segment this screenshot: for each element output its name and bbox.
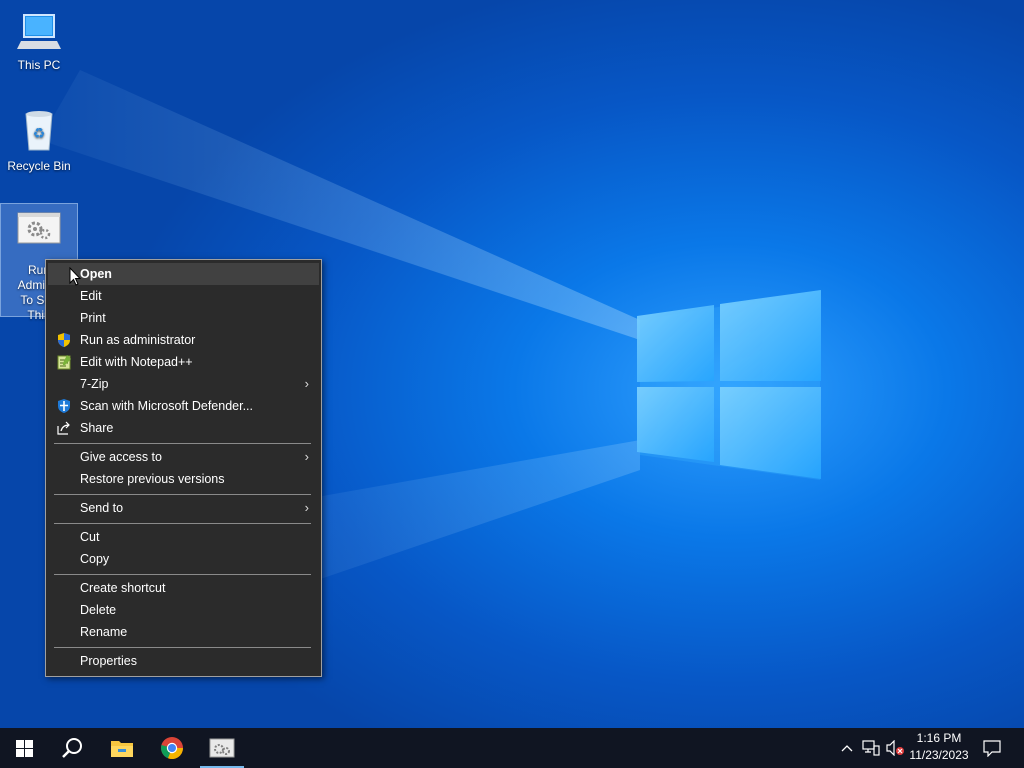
context-menu: Open Edit Print Run as administrator Edi… [45, 259, 322, 677]
windows-logo [637, 290, 821, 479]
recycle-bin-icon: ♻ [25, 111, 53, 151]
chrome-button[interactable] [148, 728, 196, 768]
file-explorer-icon [111, 741, 133, 757]
clock-date: 11/23/2023 [909, 748, 969, 762]
start-icon [15, 739, 33, 757]
menu-item-edit[interactable]: Edit [48, 285, 319, 307]
file-explorer-button[interactable] [98, 728, 146, 768]
menu-item-7zip[interactable]: 7-Zip › [48, 373, 319, 395]
desktop-icon-label: This PC [17, 58, 61, 72]
desktop-icon-recycle-bin[interactable]: ♻ Recycle Bin [1, 106, 77, 174]
search-icon [62, 738, 82, 758]
clock[interactable]: 1:16 PM 11/23/2023 [904, 730, 974, 764]
menu-separator [54, 523, 311, 524]
menu-item-run-as-administrator[interactable]: Run as administrator [48, 329, 319, 351]
network-button[interactable] [860, 728, 882, 768]
desktop-icon-label: Recycle Bin [7, 159, 71, 173]
desktop-icon-this-pc[interactable]: This PC [1, 8, 77, 72]
volume-muted-icon [886, 740, 904, 756]
app-icon [209, 738, 235, 758]
menu-separator [54, 574, 311, 575]
menu-item-properties[interactable]: Properties [48, 650, 319, 672]
menu-item-create-shortcut[interactable]: Create shortcut [48, 577, 319, 599]
menu-item-open[interactable]: Open [48, 263, 319, 285]
menu-item-share[interactable]: Share [48, 417, 319, 439]
menu-separator [54, 647, 311, 648]
uac-shield-icon [58, 333, 70, 347]
this-pc-icon [17, 14, 61, 49]
chevron-right-icon: › [304, 449, 309, 464]
menu-item-print[interactable]: Print [48, 307, 319, 329]
gears-app-icon [17, 212, 61, 244]
start-button[interactable] [0, 728, 48, 768]
search-button[interactable] [48, 728, 96, 768]
menu-item-scan-defender[interactable]: Scan with Microsoft Defender... [48, 395, 319, 417]
notification-icon [983, 739, 1001, 757]
menu-separator [54, 494, 311, 495]
app-taskbar-button[interactable] [198, 728, 246, 768]
menu-item-cut[interactable]: Cut [48, 526, 319, 548]
menu-separator [54, 443, 311, 444]
taskbar: 1:16 PM 11/23/2023 [0, 728, 1024, 768]
notepadpp-icon [57, 355, 71, 370]
clock-time: 1:16 PM [916, 731, 962, 745]
menu-item-give-access-to[interactable]: Give access to › [48, 446, 319, 468]
chevron-right-icon: › [304, 376, 309, 391]
menu-item-edit-with-notepadpp[interactable]: Edit with Notepad++ [48, 351, 319, 373]
network-icon [862, 740, 880, 756]
svg-text:♻: ♻ [33, 126, 46, 142]
mouse-cursor-icon [69, 267, 81, 286]
chrome-icon [161, 737, 184, 760]
chevron-right-icon: › [304, 500, 309, 515]
chevron-up-icon [841, 745, 853, 752]
show-hidden-icons-button[interactable] [838, 728, 856, 768]
volume-button[interactable] [884, 728, 906, 768]
menu-item-send-to[interactable]: Send to › [48, 497, 319, 519]
defender-shield-icon [58, 399, 70, 413]
menu-item-copy[interactable]: Copy [48, 548, 319, 570]
menu-item-delete[interactable]: Delete [48, 599, 319, 621]
menu-item-rename[interactable]: Rename [48, 621, 319, 643]
action-center-button[interactable] [978, 728, 1006, 768]
menu-item-restore-previous-versions[interactable]: Restore previous versions [48, 468, 319, 490]
share-icon [57, 421, 70, 435]
